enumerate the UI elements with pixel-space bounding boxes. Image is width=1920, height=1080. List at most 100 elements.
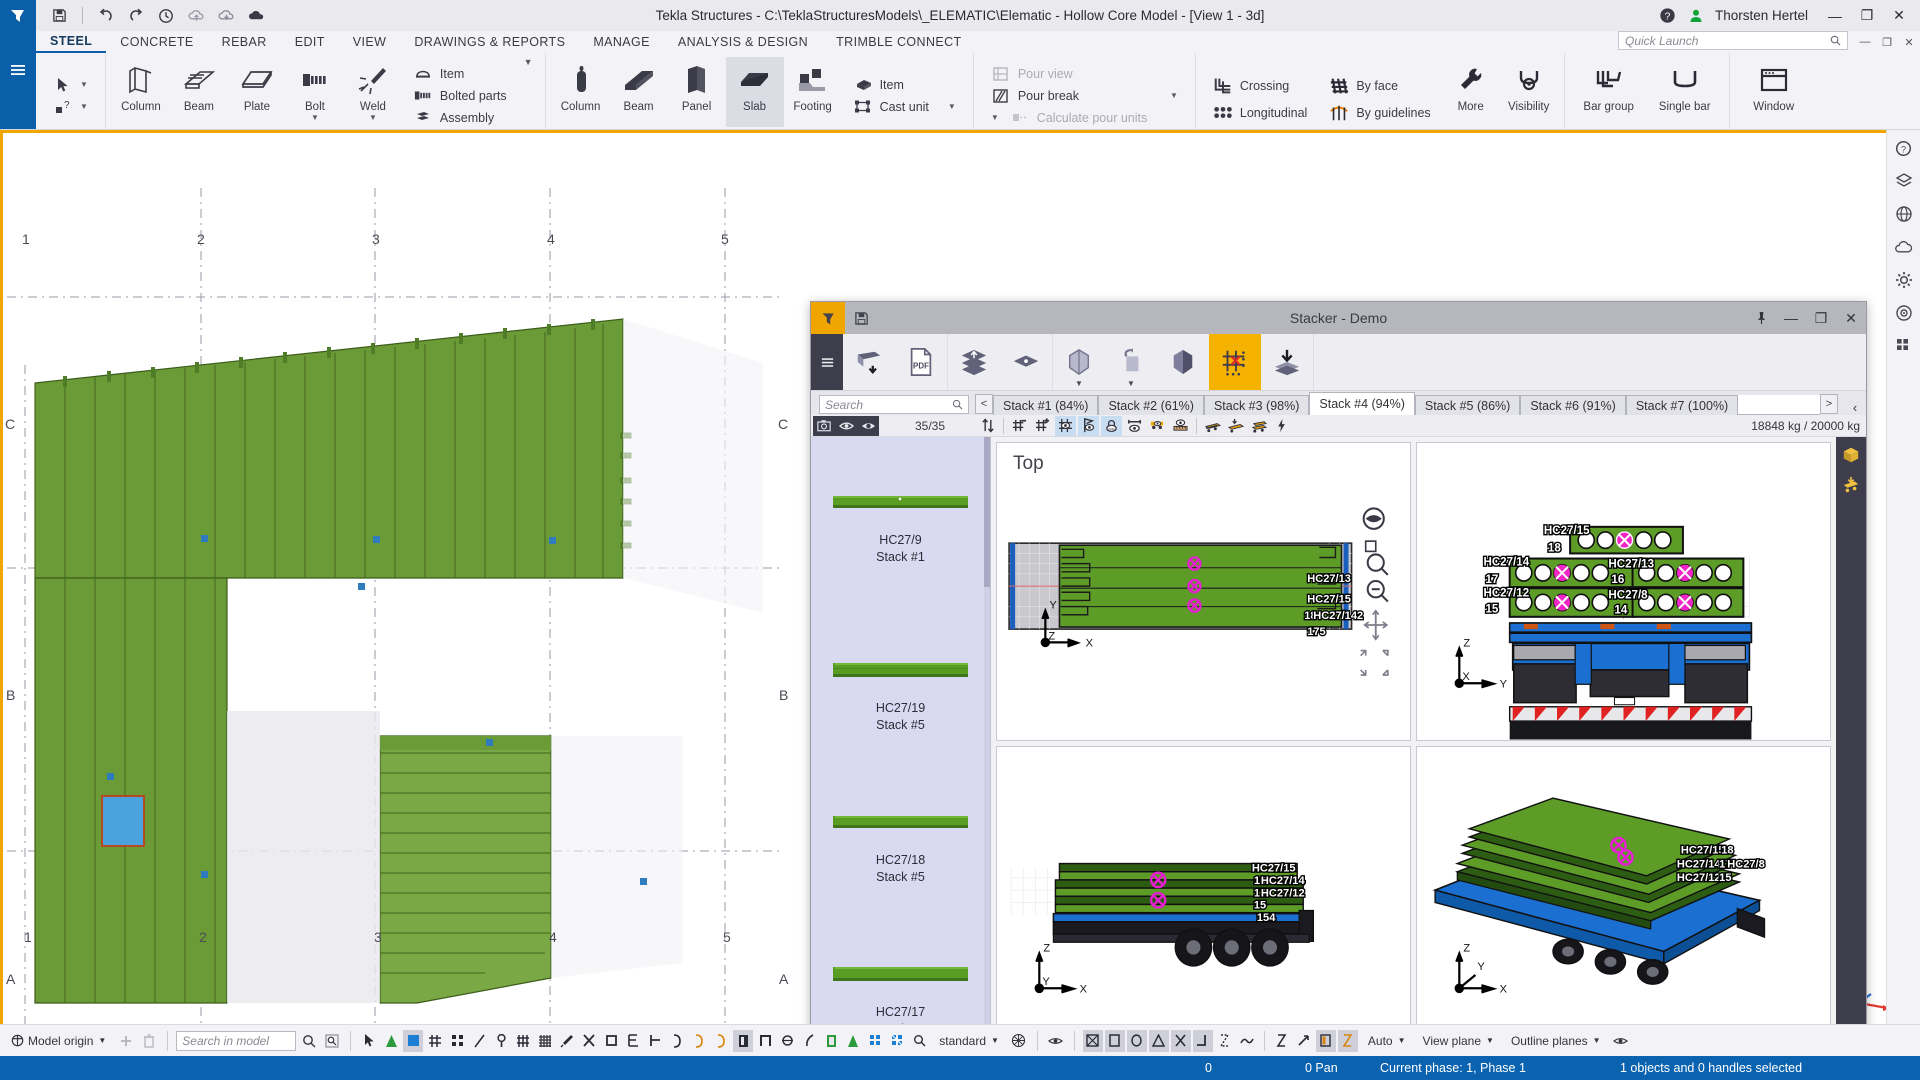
minimize-button[interactable]: — xyxy=(1820,0,1850,31)
outline-planes-dropdown[interactable]: Outline planes ▼ xyxy=(1504,1030,1608,1052)
ribbon-button-footing[interactable]: Footing xyxy=(784,57,842,127)
box-icon[interactable] xyxy=(1839,443,1863,467)
select-face-icon[interactable] xyxy=(601,1030,621,1052)
ribbon-button-visibility[interactable]: Visibility xyxy=(1500,57,1558,127)
select-weld-icon[interactable] xyxy=(557,1030,577,1052)
ribbon-tab-view[interactable]: VIEW xyxy=(339,31,401,53)
stacker-tab-5[interactable]: Stack #5 (86%) xyxy=(1414,395,1521,415)
ribbon-button-bar-group[interactable]: Bar group xyxy=(1571,57,1647,127)
layers-icon[interactable] xyxy=(1891,169,1917,193)
chevron-down-icon[interactable]: ▼ xyxy=(1127,379,1135,388)
select-point-icon[interactable] xyxy=(645,1030,665,1052)
delete-origin-button[interactable] xyxy=(139,1030,159,1052)
select-construction-icon[interactable] xyxy=(799,1030,819,1052)
select-task-group-icon[interactable] xyxy=(887,1030,907,1052)
snap-free-icon[interactable] xyxy=(1237,1030,1257,1052)
select-rebar-mesh-icon[interactable] xyxy=(535,1030,555,1052)
doc-close-button[interactable]: ✕ xyxy=(1898,31,1920,53)
truck-eye-icon[interactable] xyxy=(1147,416,1168,436)
ribbon-tab-analysis-design[interactable]: ANALYSIS & DESIGN xyxy=(664,31,822,53)
ribbon-button-steel-bolt[interactable]: Bolt ▼ xyxy=(286,57,344,127)
select-part-icon[interactable] xyxy=(403,1029,424,1052)
item-list-scrollbar[interactable] xyxy=(984,437,990,1049)
advanced-search-icon[interactable] xyxy=(322,1030,342,1052)
add-origin-button[interactable] xyxy=(116,1030,136,1052)
chevron-down-icon[interactable]: ▼ xyxy=(1593,1036,1601,1045)
ribbon-button-concrete-beam[interactable]: Beam xyxy=(610,57,668,127)
upload-icon[interactable] xyxy=(183,4,209,28)
ribbon-button-by-face[interactable]: By face xyxy=(1322,72,1437,99)
ribbon-button-pour-view[interactable]: Pour view xyxy=(984,63,1185,85)
auto-dropdown[interactable]: Auto ▼ xyxy=(1361,1030,1413,1052)
snap-any-icon[interactable] xyxy=(1272,1030,1292,1052)
chevron-down-icon[interactable]: ▼ xyxy=(311,113,319,121)
tekla-logo-icon[interactable] xyxy=(0,0,36,31)
viewport-side[interactable]: HC27/15 18 HC27/14 17 HC27/12 15 154 Z X… xyxy=(996,745,1411,1044)
select-component-icon[interactable] xyxy=(381,1030,401,1052)
stacker-search-box[interactable]: Search xyxy=(819,395,969,415)
doc-minimize-button[interactable]: — xyxy=(1854,31,1876,53)
select-bolt-icon[interactable] xyxy=(491,1030,511,1052)
select-handle-icon[interactable] xyxy=(667,1030,687,1052)
load-truck-icon[interactable] xyxy=(1202,416,1223,436)
pdf-icon[interactable]: PDF xyxy=(895,334,947,390)
select-object-group-icon[interactable] xyxy=(447,1030,467,1052)
truck-load-icon[interactable] xyxy=(1839,473,1863,497)
unload-truck-icon[interactable] xyxy=(1225,416,1246,436)
globe-icon[interactable] xyxy=(1891,202,1917,226)
ribbon-button-single-bar[interactable]: Single bar xyxy=(1647,57,1723,127)
chevron-down-icon[interactable]: ▼ xyxy=(98,1036,106,1045)
viewport-front[interactable]: HC27/15 18 HC27/14 17 HC27/13 16 HC27/12… xyxy=(1416,442,1831,741)
select-task-icon[interactable] xyxy=(865,1030,885,1052)
viewport-top[interactable]: Top HC27/13 HC27/15 18 HC27/142 175 Y X … xyxy=(996,442,1411,741)
stacker-tab-1[interactable]: Stack #1 (84%) xyxy=(993,395,1099,415)
tab-scroll-right-button[interactable]: > xyxy=(1820,394,1838,414)
snap-intersection-icon[interactable] xyxy=(1170,1029,1191,1052)
select-cut-icon[interactable] xyxy=(579,1030,599,1052)
rotate-part-icon[interactable]: ▼ xyxy=(1105,334,1157,390)
ribbon-button-steel-column[interactable]: Column xyxy=(112,57,170,127)
snap-nearest-icon[interactable] xyxy=(1215,1030,1235,1052)
list-item[interactable]: HC27/18 Stack #5 xyxy=(811,774,990,926)
ribbon-button-pour-break[interactable]: Pour break ▼ xyxy=(984,85,1185,107)
ribbon-button-concrete-item[interactable]: Item xyxy=(846,74,963,96)
maximize-button[interactable]: ❐ xyxy=(1852,0,1882,31)
close-button[interactable]: ✕ xyxy=(1884,0,1914,31)
pin-icon[interactable] xyxy=(1746,302,1776,334)
stack-truck-icon[interactable] xyxy=(1248,416,1269,436)
ribbon-tab-drawings-reports[interactable]: DRAWINGS & REPORTS xyxy=(400,31,579,53)
stacker-tab-7[interactable]: Stack #7 (100%) xyxy=(1625,395,1739,415)
ribbon-tab-manage[interactable]: MANAGE xyxy=(579,31,664,53)
doc-maximize-button[interactable]: ❐ xyxy=(1876,31,1898,53)
ribbon-tab-concrete[interactable]: CONCRETE xyxy=(106,31,207,53)
share-icon[interactable] xyxy=(213,4,239,28)
cog-eye-icon[interactable]: cog xyxy=(1101,415,1123,436)
chevron-down-icon[interactable]: ▼ xyxy=(991,114,999,122)
part-solid-icon[interactable] xyxy=(1157,334,1209,390)
list-item[interactable]: HC27/19 Stack #5 xyxy=(811,622,990,774)
select-rebar-icon[interactable] xyxy=(513,1030,533,1052)
stacker-tab-2[interactable]: Stack #2 (61%) xyxy=(1098,395,1204,415)
chevron-down-icon[interactable]: ▼ xyxy=(1170,92,1178,100)
grid-minus-icon[interactable] xyxy=(1009,416,1030,436)
camera-view-icon[interactable] xyxy=(813,416,835,436)
viewport-iso[interactable]: HC27/15 18 HC27/14 17 HC27/8 HC27/12 15 xyxy=(1416,745,1831,1044)
save-icon[interactable] xyxy=(845,302,877,334)
list-item[interactable]: HC27/9 Stack #1 xyxy=(811,437,990,622)
stacker-tab-6[interactable]: Stack #6 (91%) xyxy=(1520,395,1626,415)
snap-all-icon[interactable] xyxy=(1082,1029,1103,1052)
select-assembly-icon[interactable] xyxy=(425,1030,445,1052)
snap-line-icon[interactable] xyxy=(1294,1030,1314,1052)
help-icon[interactable]: ? xyxy=(1655,4,1681,28)
gear-icon[interactable] xyxy=(1891,268,1917,292)
tab-scroll-left-button[interactable]: < xyxy=(975,394,993,414)
chevron-down-icon[interactable]: ▼ xyxy=(1486,1036,1494,1045)
snap-center-icon[interactable] xyxy=(1126,1029,1147,1052)
eye-icon[interactable] xyxy=(1046,1030,1066,1052)
ribbon-button-assembly[interactable]: Assembly xyxy=(406,107,514,129)
chevron-down-icon[interactable]: ▼ xyxy=(80,81,88,89)
ribbon-tab-trimble-connect[interactable]: TRIMBLE CONNECT xyxy=(822,31,975,53)
ribbon-button-item[interactable]: Item xyxy=(406,63,514,85)
select-reference-point-icon[interactable] xyxy=(843,1030,863,1052)
eye-solid-icon[interactable] xyxy=(857,416,879,436)
